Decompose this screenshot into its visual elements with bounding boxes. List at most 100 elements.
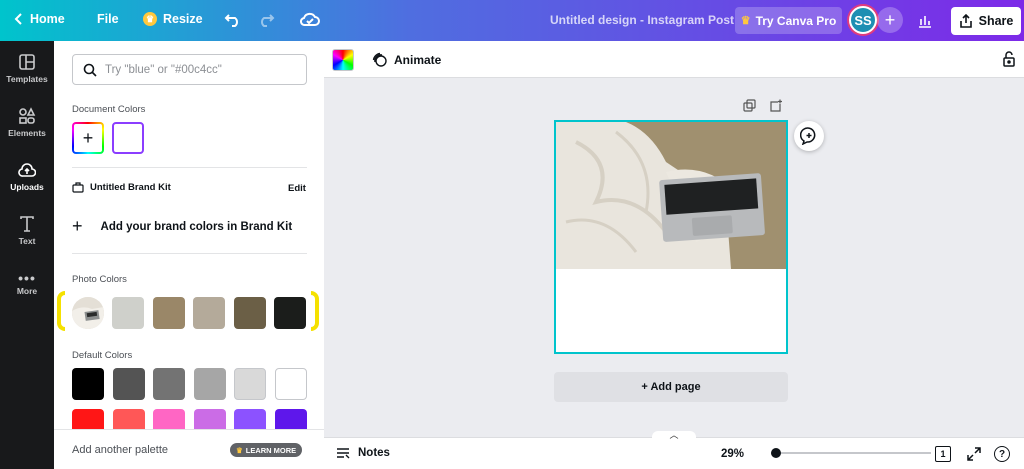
top-bar: Home File ♛ Resize Untitled design - Ins… xyxy=(0,0,1024,41)
sidebar-item-more[interactable]: ••• More xyxy=(0,270,54,296)
laptop-photo[interactable] xyxy=(556,122,786,269)
crown-icon: ♛ xyxy=(740,15,751,27)
cloud-check-icon xyxy=(300,12,320,26)
home-button[interactable]: Home xyxy=(14,12,65,26)
notes-button[interactable]: Notes xyxy=(336,447,390,459)
elements-icon xyxy=(19,107,36,124)
design-page[interactable] xyxy=(554,120,788,354)
default-color-swatch[interactable] xyxy=(153,368,185,400)
fullscreen-button[interactable] xyxy=(966,446,982,467)
learn-more-badge[interactable]: ♛ LEARN MORE xyxy=(230,443,303,457)
page-count-button[interactable]: 1 xyxy=(935,446,951,462)
lock-button[interactable] xyxy=(1002,51,1016,72)
animate-button[interactable]: Animate xyxy=(372,52,441,68)
share-icon xyxy=(959,14,972,28)
zoom-slider[interactable] xyxy=(771,446,931,460)
default-colors-title: Default Colors xyxy=(72,350,133,361)
chevron-left-icon xyxy=(14,13,22,25)
uploads-icon xyxy=(18,163,36,177)
help-button[interactable]: ? xyxy=(994,446,1010,462)
add-page-icon xyxy=(770,99,782,112)
design-canvas: + Add page xyxy=(324,78,1024,428)
more-icon: ••• xyxy=(18,270,36,286)
document-color-swatch[interactable] xyxy=(112,122,144,154)
sidebar-item-label: Text xyxy=(18,236,36,246)
default-color-swatch[interactable] xyxy=(193,368,226,400)
templates-icon xyxy=(19,54,35,70)
default-color-swatch[interactable] xyxy=(274,368,307,400)
add-comment-button[interactable] xyxy=(794,121,824,151)
color-search[interactable] xyxy=(72,54,307,85)
zoom-slider-knob[interactable] xyxy=(771,448,781,458)
default-color-swatch[interactable] xyxy=(72,368,104,400)
text-color-button[interactable] xyxy=(332,49,354,71)
resize-button[interactable]: ♛ Resize xyxy=(143,12,203,26)
document-title[interactable]: Untitled design - Instagram Post xyxy=(550,13,734,27)
bar-chart-icon xyxy=(919,16,931,28)
crown-icon: ♛ xyxy=(236,445,243,455)
share-button[interactable]: Share xyxy=(951,7,1021,35)
zoom-slider-track xyxy=(771,452,931,454)
learn-more-label: LEARN MORE xyxy=(245,445,297,455)
add-brand-colors-label: Add your brand colors in Brand Kit xyxy=(100,220,293,233)
duplicate-icon xyxy=(743,99,756,112)
animate-icon xyxy=(372,52,387,67)
user-avatar[interactable]: SS xyxy=(849,6,877,34)
bottom-bar: ︿ Notes 29% 1 ? xyxy=(324,431,1024,469)
undo-icon xyxy=(224,14,238,27)
add-palette-label[interactable]: Add another palette xyxy=(72,444,168,456)
photo-color-swatch[interactable] xyxy=(234,297,266,329)
add-page-button[interactable]: + Add page xyxy=(554,372,788,402)
chevron-up-icon: ︿ xyxy=(669,430,679,440)
photo-color-swatch[interactable] xyxy=(112,297,144,329)
edit-brand-kit-link[interactable]: Edit xyxy=(288,183,306,194)
sidebar-item-uploads[interactable]: Uploads xyxy=(0,161,54,192)
undo-button[interactable] xyxy=(224,11,242,27)
brand-kit-icon xyxy=(72,182,84,193)
brand-kit-row: Untitled Brand Kit xyxy=(72,182,307,193)
home-label: Home xyxy=(30,12,65,26)
add-color-button[interactable]: + xyxy=(72,122,104,154)
photo-color-swatch[interactable] xyxy=(193,297,225,329)
try-canva-pro-button[interactable]: ♛ Try Canva Pro xyxy=(735,7,842,34)
insights-button[interactable] xyxy=(912,8,938,34)
color-panel: Document Colors + Untitled Brand Kit Edi… xyxy=(54,41,324,469)
file-label: File xyxy=(97,12,119,26)
lock-icon xyxy=(1003,51,1015,67)
show-pages-toggle[interactable]: ︿ xyxy=(652,430,696,440)
zoom-level[interactable]: 29% xyxy=(721,448,744,460)
notes-label: Notes xyxy=(358,447,390,459)
default-color-swatch[interactable] xyxy=(112,368,145,400)
plus-icon: + xyxy=(72,216,83,236)
sidebar-item-templates[interactable]: Templates xyxy=(0,53,54,84)
add-collaborator-button[interactable]: + xyxy=(877,7,903,33)
add-page-icon-button[interactable] xyxy=(770,99,783,117)
comment-icon xyxy=(800,127,816,145)
default-color-swatch[interactable] xyxy=(234,368,266,400)
file-menu[interactable]: File xyxy=(97,12,119,26)
cloud-save-button[interactable] xyxy=(300,11,320,27)
sidebar-item-label: More xyxy=(16,286,38,296)
redo-icon xyxy=(261,14,275,27)
try-pro-label: Try Canva Pro xyxy=(755,13,837,28)
sidebar-item-text[interactable]: Text xyxy=(0,215,54,246)
plus-icon: + xyxy=(74,124,102,152)
duplicate-page-button[interactable] xyxy=(743,99,756,117)
editor-toolbar: Animate xyxy=(324,41,1024,78)
divider xyxy=(72,253,307,254)
photo-colors-title: Photo Colors xyxy=(72,274,127,285)
sidebar-item-elements[interactable]: Elements xyxy=(0,107,54,138)
plus-icon: + xyxy=(884,9,896,30)
panel-footer: Add another palette ♛ LEARN MORE xyxy=(54,429,324,469)
side-rail: Templates Elements Uploads Text ••• More xyxy=(0,41,54,469)
laptop-photo-image xyxy=(556,122,786,269)
photo-color-swatch[interactable] xyxy=(274,297,306,329)
search-input[interactable] xyxy=(105,63,295,76)
brand-kit-label: Untitled Brand Kit xyxy=(90,182,171,193)
add-brand-colors-button[interactable]: + Add your brand colors in Brand Kit xyxy=(72,216,292,237)
photo-thumbnail[interactable] xyxy=(72,297,104,329)
sidebar-item-label: Uploads xyxy=(10,182,44,192)
photo-color-swatch[interactable] xyxy=(153,297,185,329)
redo-button[interactable] xyxy=(257,11,275,27)
crown-icon: ♛ xyxy=(143,12,157,26)
